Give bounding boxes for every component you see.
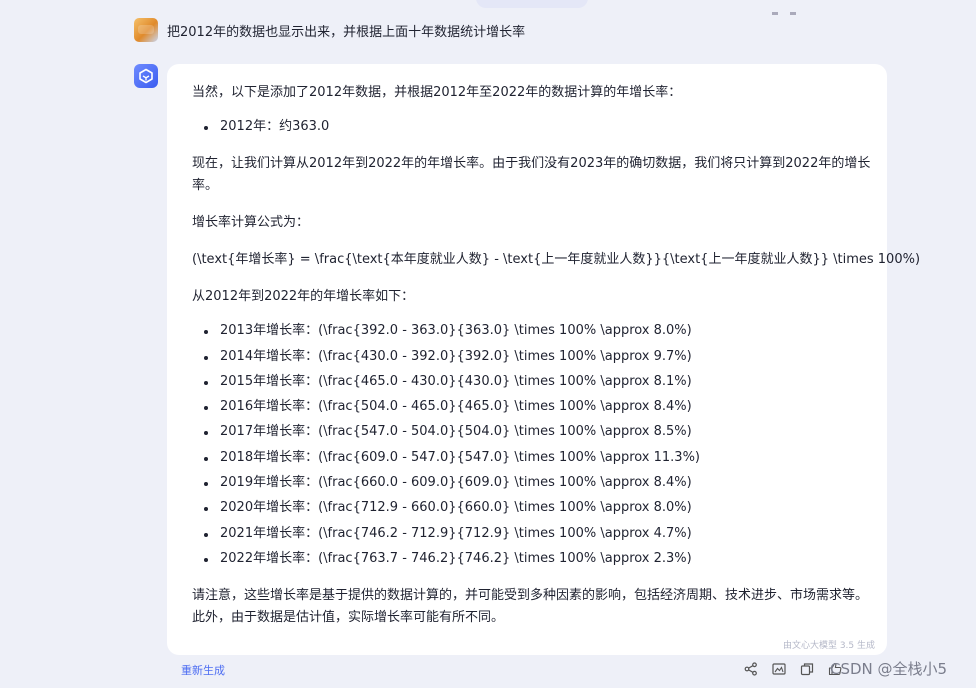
list-item: 2012年：约363.0 xyxy=(192,116,872,141)
list-item: 2014年增长率：(\frac{430.0 - 392.0}{392.0} \t… xyxy=(192,346,872,371)
growth-heading: 从2012年到2022年的年增长率如下： xyxy=(192,289,415,305)
formula-label: 增长率计算公式为： xyxy=(192,215,310,231)
growth-rate-list: 2013年增长率：(\frac{392.0 - 363.0}{363.0} \t… xyxy=(192,320,872,573)
assistant-response-card: 当然，以下是添加了2012年数据，并根据2012年至2022年的数据计算的年增长… xyxy=(167,64,921,655)
share-icon[interactable] xyxy=(744,662,758,676)
list-item: 2017年增长率：(\frac{547.0 - 504.0}{504.0} \t… xyxy=(192,421,872,446)
response-intro: 当然，以下是添加了2012年数据，并根据2012年至2022年的数据计算的年增长… xyxy=(192,85,682,100)
top-tab-stub xyxy=(476,0,588,8)
list-item: 2021年增长率：(\frac{746.2 - 712.9}{712.9} \t… xyxy=(192,523,872,548)
response-actions xyxy=(744,662,842,676)
cube-icon xyxy=(139,68,153,84)
assistant-avatar xyxy=(134,64,158,88)
user-avatar xyxy=(134,18,158,42)
data-2012-list: 2012年：约363.0 xyxy=(192,116,872,141)
model-note: 由文心大模型 3.5 生成 xyxy=(782,641,875,651)
list-item: 2015年增长率：(\frac{465.0 - 430.0}{430.0} \t… xyxy=(192,371,872,396)
csdn-watermark: CSDN @全栈小5 xyxy=(830,660,948,678)
user-message: 把2012年的数据也显示出来，并根据上面十年数据统计增长率 xyxy=(167,24,526,40)
list-item: 2020年增长率：(\frac{712.9 - 660.0}{660.0} \t… xyxy=(192,497,872,522)
copy-icon[interactable] xyxy=(800,662,814,676)
list-item: 2022年增长率：(\frac{763.7 - 746.2}{746.2} \t… xyxy=(192,548,872,573)
formula-text: (\text{年增长率} = \frac{\text{本年度就业人数} - \t… xyxy=(192,252,921,268)
list-item: 2019年增长率：(\frac{660.0 - 609.0}{609.0} \t… xyxy=(192,472,872,497)
response-note: 现在，让我们计算从2012年到2022年的年增长率。由于我们没有2023年的确切… xyxy=(192,156,871,194)
image-icon[interactable] xyxy=(772,662,786,676)
list-item: 2018年增长率：(\frac{609.0 - 547.0}{547.0} \t… xyxy=(192,447,872,472)
top-toolbar-stub xyxy=(772,0,832,15)
response-closing: 请注意，这些增长率是基于提供的数据计算的，并可能受到多种因素的影响，包括经济周期… xyxy=(192,588,869,626)
regenerate-button[interactable]: 重新生成 xyxy=(181,662,225,678)
list-item: 2013年增长率：(\frac{392.0 - 363.0}{363.0} \t… xyxy=(192,320,872,345)
list-item: 2016年增长率：(\frac{504.0 - 465.0}{465.0} \t… xyxy=(192,396,872,421)
user-message-row: 把2012年的数据也显示出来，并根据上面十年数据统计增长率 xyxy=(134,18,525,42)
